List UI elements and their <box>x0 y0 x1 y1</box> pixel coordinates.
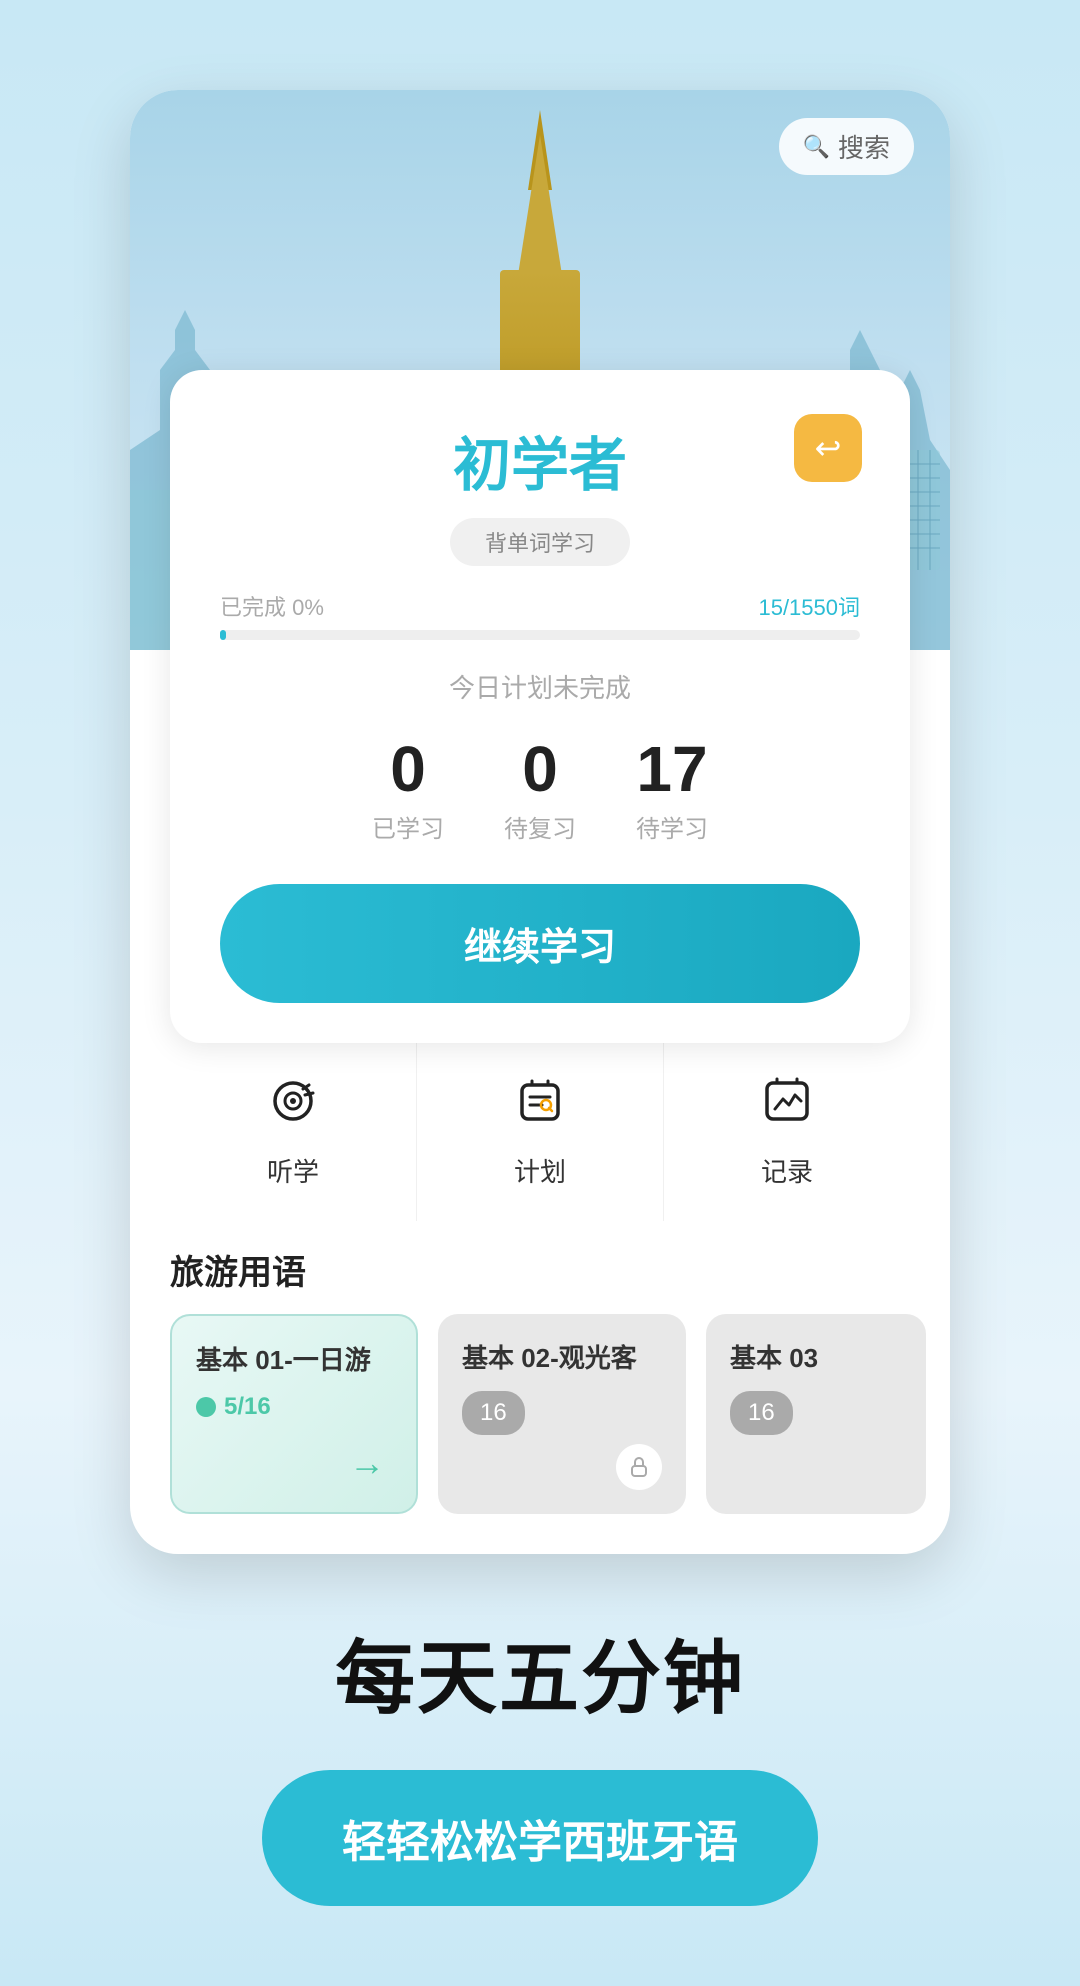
stat-learned-label: 已学习 <box>372 809 444 844</box>
menu-record-label: 记录 <box>761 1152 813 1189</box>
stat-pending: 17 待学习 <box>636 737 708 844</box>
listen-icon <box>267 1075 319 1140</box>
stat-review-num: 0 <box>504 737 576 801</box>
phone-frame: 10 <box>130 90 950 1554</box>
search-label: 搜索 <box>838 128 890 165</box>
vocab-badge: 背单词学习 <box>450 518 630 566</box>
bottom-section: 每天五分钟 轻轻松松学西班牙语 <box>202 1554 878 1986</box>
courses-row: 基本 01-一日游 5/16 → 基本 02-观光客 16 <box>130 1314 950 1554</box>
menu-plan-label: 计划 <box>514 1152 566 1189</box>
stat-pending-num: 17 <box>636 737 708 801</box>
section-title: 旅游用语 <box>170 1245 910 1294</box>
course-1-title: 基本 01-一日游 <box>196 1340 392 1377</box>
stat-review: 0 待复习 <box>504 737 576 844</box>
course-card-2[interactable]: 基本 02-观光客 16 <box>438 1314 686 1514</box>
plan-icon <box>514 1075 566 1140</box>
back-button[interactable]: ↩ <box>794 414 862 482</box>
course-2-lock-icon <box>616 1444 662 1490</box>
menu-item-listen[interactable]: 听学 <box>170 1043 417 1221</box>
stat-review-label: 待复习 <box>504 809 576 844</box>
bottom-cta[interactable]: 轻轻松松学西班牙语 <box>262 1770 818 1906</box>
course-1-dot <box>196 1397 216 1417</box>
stat-learned-num: 0 <box>372 737 444 801</box>
progress-right: 15/1550词 <box>758 590 860 622</box>
bottom-title: 每天五分钟 <box>335 1614 745 1730</box>
card-title: 初学者 <box>220 418 860 502</box>
main-card: ↩ 初学者 背单词学习 已完成 0% 15/1550词 今日计划未完成 0 已学… <box>170 370 910 1043</box>
search-button[interactable]: 🔍 搜索 <box>779 118 914 175</box>
course-3-badge: 16 <box>730 1391 793 1435</box>
course-card-1[interactable]: 基本 01-一日游 5/16 → <box>170 1314 418 1514</box>
menu-item-plan[interactable]: 计划 <box>417 1043 664 1221</box>
course-card-3[interactable]: 基本 03 16 <box>706 1314 926 1514</box>
stat-learned: 0 已学习 <box>372 737 444 844</box>
course-3-title: 基本 03 <box>730 1338 902 1375</box>
course-2-title: 基本 02-观光客 <box>462 1338 662 1375</box>
progress-left: 已完成 0% <box>220 590 324 622</box>
menu-listen-label: 听学 <box>267 1152 319 1189</box>
course-2-badge: 16 <box>462 1391 525 1435</box>
course-1-progress-text: 5/16 <box>224 1393 271 1421</box>
menu-area: 听学 计划 <box>170 1043 910 1221</box>
progress-bar <box>220 630 860 640</box>
today-plan: 今日计划未完成 <box>220 668 860 705</box>
progress-row: 已完成 0% 15/1550词 <box>220 590 860 622</box>
course-1-arrow: → <box>342 1438 392 1488</box>
stat-pending-label: 待学习 <box>636 809 708 844</box>
phone-area: 10 <box>0 0 1080 1554</box>
progress-fill <box>220 630 226 640</box>
record-icon <box>761 1075 813 1140</box>
course-1-progress: 5/16 <box>196 1393 392 1421</box>
search-icon: 🔍 <box>803 134 830 160</box>
menu-item-record[interactable]: 记录 <box>664 1043 910 1221</box>
stats-row: 0 已学习 0 待复习 17 待学习 <box>220 737 860 844</box>
continue-button[interactable]: 继续学习 <box>220 884 860 1003</box>
